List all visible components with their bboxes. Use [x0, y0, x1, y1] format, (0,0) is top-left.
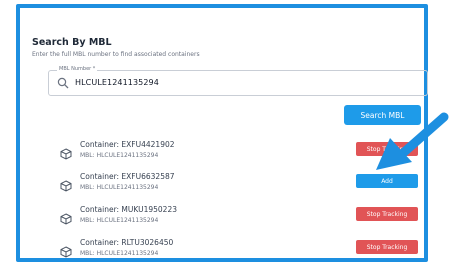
arrow-pointer-icon: [376, 112, 449, 170]
mbl-field-label: MBL Number *: [57, 66, 98, 72]
panel-title: Search By MBL: [32, 37, 112, 48]
stop-tracking-button[interactable]: Stop Tracking: [356, 207, 418, 221]
container-name: Container: RLTU3026450: [80, 238, 174, 247]
box-icon: [60, 177, 72, 192]
container-mbl: MBL: HLCULE1241135294: [80, 217, 159, 224]
container-mbl: MBL: HLCULE1241135294: [80, 184, 159, 191]
container-mbl: MBL: HLCULE1241135294: [80, 250, 159, 257]
mbl-number-field[interactable]: MBL Number * HLCULE1241135294: [48, 66, 428, 96]
container-row: Container: RLTU3026450 MBL: HLCULE1241135…: [60, 237, 420, 265]
add-button[interactable]: Add: [356, 174, 418, 188]
container-row: Container: MUKU1950223 MBL: HLCULE1241135…: [60, 204, 420, 232]
search-icon: [57, 77, 69, 89]
box-icon: [60, 243, 72, 258]
container-mbl: MBL: HLCULE1241135294: [80, 152, 159, 159]
container-name: Container: EXFU4421902: [80, 140, 175, 149]
search-panel: Search By MBL Enter the full MBL number …: [16, 4, 428, 262]
container-row: Container: EXFU4421902 MBL: HLCULE1241135…: [60, 139, 420, 167]
mbl-number-input[interactable]: HLCULE1241135294: [75, 78, 159, 87]
container-name: Container: EXFU6632587: [80, 172, 175, 181]
container-row: Container: EXFU6632587 MBL: HLCULE1241135…: [60, 171, 420, 199]
box-icon: [60, 210, 72, 225]
container-name: Container: MUKU1950223: [80, 205, 177, 214]
box-icon: [60, 145, 72, 160]
stop-tracking-button[interactable]: Stop Tracking: [356, 240, 418, 254]
panel-subtitle: Enter the full MBL number to find associ…: [32, 51, 200, 58]
